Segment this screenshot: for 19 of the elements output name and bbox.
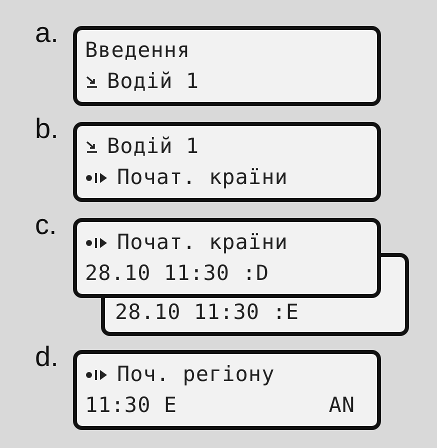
location-flag-icon [85, 236, 109, 250]
display-text: Введення [85, 37, 190, 64]
step-label: b. [35, 114, 60, 144]
card-arrow-icon [85, 74, 99, 88]
location-flag-icon [85, 368, 109, 382]
display-text: 28.10 11:30 :D [85, 260, 270, 287]
display-text: Водій 1 [107, 133, 200, 160]
location-flag-icon [85, 170, 109, 184]
display-text: Водій 1 [107, 68, 200, 95]
card-arrow-icon [85, 140, 99, 154]
display-text: Поч. регіону [117, 361, 275, 388]
display-text: 11:30 E [85, 392, 178, 419]
display-text: Почат. країни [117, 164, 288, 191]
display-text: AN [328, 392, 355, 419]
step-label: d. [35, 342, 60, 372]
step-label: c. [35, 210, 58, 240]
step-label: a. [35, 18, 60, 48]
display-text: 28.10 11:30 :E [115, 299, 300, 326]
display-text: Почат. країни [117, 229, 288, 256]
